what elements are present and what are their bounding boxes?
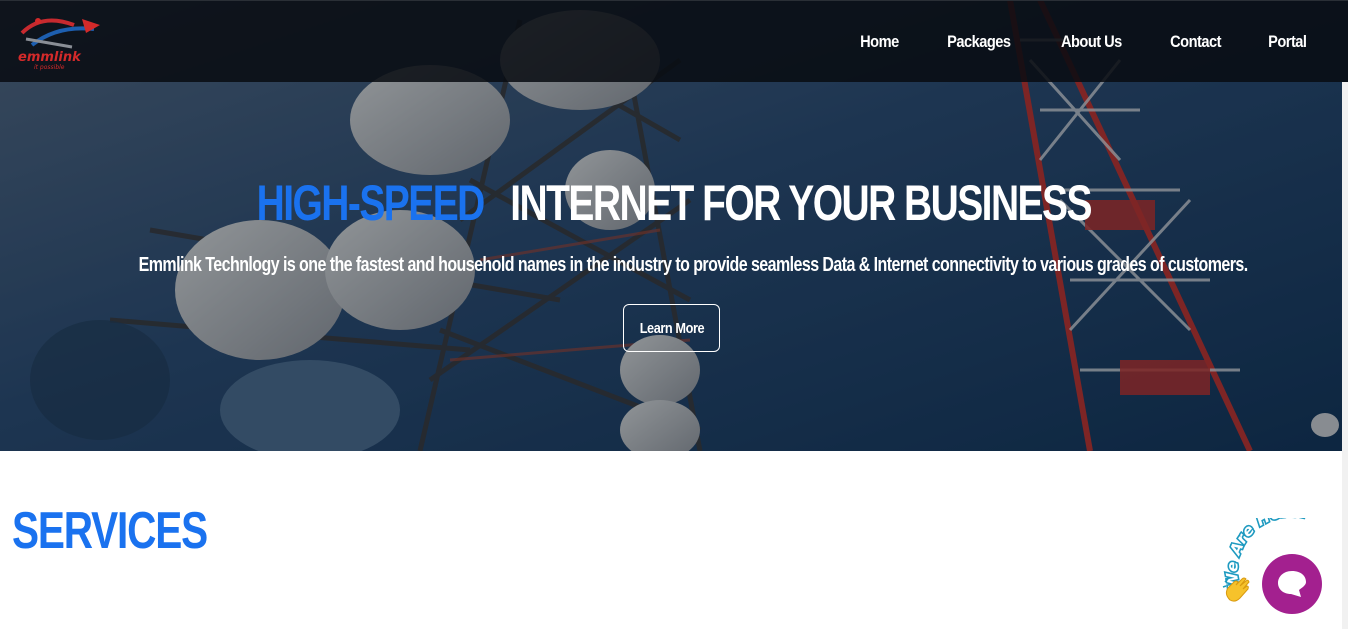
hero-subtitle-text: is one the fastest and household names i… xyxy=(279,254,1248,276)
hero-title: HIGH-SPEED INTERNET FOR YOUR BUSINESS xyxy=(0,172,1348,234)
nav-about-us[interactable]: About Us xyxy=(1061,32,1122,52)
nav-packages[interactable]: Packages xyxy=(947,32,1011,52)
emmlink-logo-icon: emmlink it possible xyxy=(18,18,100,71)
site-logo[interactable]: emmlink it possible xyxy=(12,11,106,73)
main-nav: Home Packages About Us Contact Portal xyxy=(857,1,1310,83)
hero-subtitle: Emmlink Technlogy is one the fastest and… xyxy=(0,252,1348,278)
page-scrollbar-track[interactable] xyxy=(1342,82,1348,629)
logo-text: emmlink xyxy=(18,50,82,65)
learn-more-label: Learn More xyxy=(639,319,704,337)
hero-title-highlight: HIGH-SPEED xyxy=(256,175,486,231)
nav-contact[interactable]: Contact xyxy=(1170,32,1221,52)
chat-bubble-icon xyxy=(1278,571,1306,597)
logo-tagline: it possible xyxy=(34,64,65,71)
chat-widget[interactable]: We Are Here! xyxy=(1218,518,1348,629)
nav-home[interactable]: Home xyxy=(860,32,899,52)
nav-portal[interactable]: Portal xyxy=(1269,32,1308,52)
services-heading: SERVICES xyxy=(12,502,208,560)
top-navbar: emmlink it possible Home Packages About … xyxy=(0,0,1348,82)
hero-title-rest: INTERNET FOR YOUR BUSINESS xyxy=(510,175,1093,231)
waving-hand-icon xyxy=(1222,577,1250,602)
hero-subtitle-brand: Emmlink Technlogy xyxy=(138,254,280,276)
learn-more-button[interactable]: Learn More xyxy=(623,304,720,352)
chat-open-button[interactable] xyxy=(1262,554,1322,614)
